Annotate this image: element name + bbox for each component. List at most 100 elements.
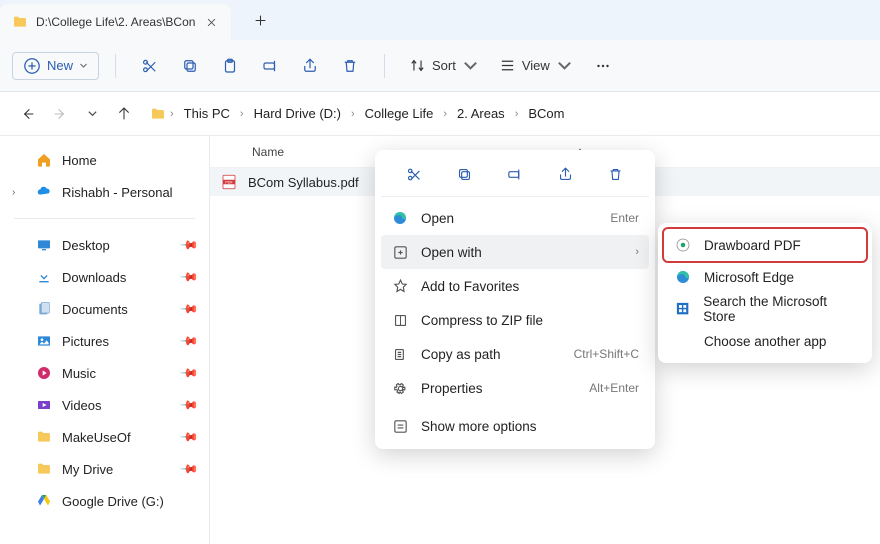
up-button[interactable]: [110, 100, 138, 128]
cut-button[interactable]: [132, 48, 168, 84]
delete-button[interactable]: [332, 48, 368, 84]
sidebar-pictures[interactable]: Pictures📌: [0, 325, 209, 357]
new-tab-button[interactable]: [243, 3, 277, 37]
new-label: New: [47, 58, 73, 73]
zip-icon: [391, 311, 409, 329]
view-label: View: [522, 58, 550, 73]
more-options-icon: [391, 417, 409, 435]
sidebar-makeuseof[interactable]: MakeUseOf📌: [0, 421, 209, 453]
chevron-right-icon: ›: [635, 246, 639, 258]
home-icon: [36, 152, 52, 168]
submenu-search-store[interactable]: Search the Microsoft Store: [664, 293, 866, 325]
ctx-share-button[interactable]: [551, 160, 579, 188]
ctx-favorites[interactable]: Add to Favorites: [381, 269, 649, 303]
file-name: BCom Syllabus.pdf: [248, 175, 359, 190]
back-button[interactable]: [14, 100, 42, 128]
nav-row: › This PC› Hard Drive (D:)› College Life…: [0, 92, 880, 136]
sidebar-gdrive[interactable]: Google Drive (G:): [0, 485, 209, 517]
ctx-open[interactable]: Open Enter: [381, 201, 649, 235]
submenu-drawboard[interactable]: Drawboard PDF: [664, 229, 866, 261]
submenu-edge[interactable]: Microsoft Edge: [664, 261, 866, 293]
svg-text:PDF: PDF: [225, 181, 233, 185]
breadcrumb: › This PC› Hard Drive (D:)› College Life…: [150, 104, 570, 123]
rename-button[interactable]: [252, 48, 288, 84]
folder-icon: [36, 429, 52, 445]
open-with-submenu: Drawboard PDF Microsoft Edge Search the …: [658, 223, 872, 363]
pin-icon: 📌: [179, 299, 199, 319]
folder-icon: [36, 461, 52, 477]
pin-icon: 📌: [179, 395, 199, 415]
onedrive-icon: [36, 184, 52, 200]
copy-button[interactable]: [172, 48, 208, 84]
view-button[interactable]: View: [491, 53, 581, 78]
desktop-icon: [36, 237, 52, 253]
sidebar-documents[interactable]: Documents📌: [0, 293, 209, 325]
sidebar-music[interactable]: Music📌: [0, 357, 209, 389]
pin-icon: 📌: [179, 459, 199, 479]
chevron-down-icon: [79, 61, 88, 70]
ctx-copy-button[interactable]: [451, 160, 479, 188]
sidebar-mydrive[interactable]: My Drive📌: [0, 453, 209, 485]
star-icon: [391, 277, 409, 295]
google-drive-icon: [36, 493, 52, 509]
sidebar: Home › Rishabh - Personal Desktop📌 Downl…: [0, 136, 210, 544]
recent-chevron[interactable]: [78, 100, 106, 128]
crumb-bcom[interactable]: BCom: [522, 104, 570, 123]
ctx-rename-button[interactable]: [501, 160, 529, 188]
context-menu: Open Enter Open with › Add to Favorites …: [375, 150, 655, 449]
crumb-drive[interactable]: Hard Drive (D:): [248, 104, 347, 123]
ms-store-icon: [674, 300, 691, 318]
music-icon: [36, 365, 52, 381]
toolbar: New Sort View: [0, 40, 880, 92]
tab-bar: D:\College Life\2. Areas\BCon: [0, 0, 880, 40]
sort-button[interactable]: Sort: [401, 53, 487, 78]
edge-icon: [674, 268, 692, 286]
ctx-open-with[interactable]: Open with ›: [381, 235, 649, 269]
sidebar-videos[interactable]: Videos📌: [0, 389, 209, 421]
pictures-icon: [36, 333, 52, 349]
copy-path-icon: [391, 345, 409, 363]
ctx-delete-button[interactable]: [602, 160, 630, 188]
ctx-cut-button[interactable]: [400, 160, 428, 188]
pin-icon: 📌: [179, 331, 199, 351]
pin-icon: 📌: [179, 267, 199, 287]
pin-icon: 📌: [179, 363, 199, 383]
sort-label: Sort: [432, 58, 456, 73]
documents-icon: [36, 301, 52, 317]
folder-icon: [12, 14, 28, 30]
forward-button[interactable]: [46, 100, 74, 128]
drawboard-icon: [674, 236, 692, 254]
sidebar-downloads[interactable]: Downloads📌: [0, 261, 209, 293]
chevron-down-icon: [556, 57, 573, 74]
pin-icon: 📌: [179, 235, 199, 255]
ctx-copy-path[interactable]: Copy as path Ctrl+Shift+C: [381, 337, 649, 371]
crumb-areas[interactable]: 2. Areas: [451, 104, 511, 123]
sidebar-personal[interactable]: › Rishabh - Personal: [0, 176, 209, 208]
submenu-choose-another[interactable]: Choose another app: [664, 325, 866, 357]
paste-button[interactable]: [212, 48, 248, 84]
edge-icon: [391, 209, 409, 227]
close-tab-button[interactable]: [203, 14, 219, 30]
plus-circle-icon: [23, 57, 41, 75]
chevron-down-icon: [462, 57, 479, 74]
downloads-icon: [36, 269, 52, 285]
blank-icon: [674, 332, 692, 350]
ctx-compress-zip[interactable]: Compress to ZIP file: [381, 303, 649, 337]
sidebar-home[interactable]: Home: [0, 144, 209, 176]
tab-title: D:\College Life\2. Areas\BCon: [36, 15, 195, 29]
properties-icon: [391, 379, 409, 397]
ctx-properties[interactable]: Properties Alt+Enter: [381, 371, 649, 405]
videos-icon: [36, 397, 52, 413]
new-button[interactable]: New: [12, 52, 99, 80]
crumb-this-pc[interactable]: This PC: [178, 104, 236, 123]
pin-icon: 📌: [179, 427, 199, 447]
active-tab[interactable]: D:\College Life\2. Areas\BCon: [0, 4, 231, 40]
more-button[interactable]: [585, 48, 621, 84]
ctx-more-options[interactable]: Show more options: [381, 409, 649, 443]
sidebar-desktop[interactable]: Desktop📌: [0, 229, 209, 261]
share-button[interactable]: [292, 48, 328, 84]
file-pane: Name ˄ PDF BCom Syllabus.pdf Open: [210, 136, 880, 544]
pdf-icon: PDF: [220, 173, 238, 191]
crumb-college[interactable]: College Life: [359, 104, 440, 123]
folder-icon: [150, 106, 166, 122]
